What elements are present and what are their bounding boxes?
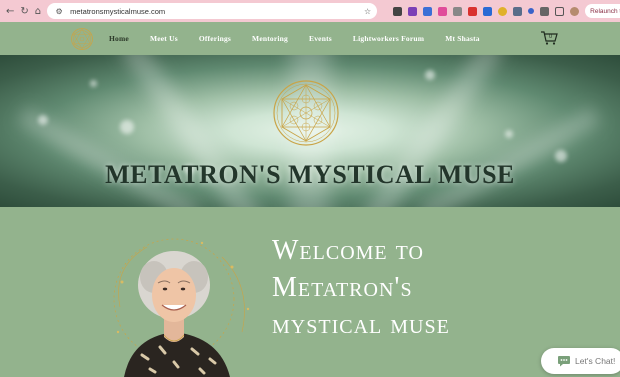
nav-mt-shasta[interactable]: Mt Shasta bbox=[445, 34, 480, 43]
metatron-logo-icon[interactable] bbox=[70, 27, 94, 51]
welcome-heading: Welcome to Metatron's mystical muse bbox=[272, 232, 592, 343]
extensions-bar bbox=[393, 6, 580, 16]
metatrons-cube-emblem bbox=[273, 80, 339, 146]
bokeh-light bbox=[38, 115, 48, 125]
site-info-icon[interactable]: ⚙ bbox=[53, 5, 65, 17]
address-bar[interactable]: ⚙ metatronsmysticalmuse.com ☆ bbox=[47, 3, 378, 19]
browser-toolbar: ← ↻ ⌂ ⚙ metatronsmysticalmuse.com ☆ Rela… bbox=[0, 0, 620, 22]
extension-pen-icon[interactable] bbox=[393, 6, 403, 16]
nav-offerings[interactable]: Offerings bbox=[199, 34, 231, 43]
nav-events[interactable]: Events bbox=[309, 34, 332, 43]
url-text[interactable]: metatronsmysticalmuse.com bbox=[70, 7, 359, 16]
portrait-image bbox=[113, 238, 250, 377]
nav-meet-us[interactable]: Meet Us bbox=[150, 34, 178, 43]
extension-pink-icon[interactable] bbox=[438, 6, 448, 16]
extension-red-icon[interactable] bbox=[468, 6, 478, 16]
extension-video-icon[interactable] bbox=[453, 6, 463, 16]
welcome-section: Welcome to Metatron's mystical muse bbox=[0, 207, 620, 377]
site-header: Home Meet Us Offerings Mentoring Events … bbox=[0, 22, 620, 55]
welcome-line-2: Metatron's bbox=[272, 272, 413, 303]
extensions-puzzle-icon[interactable] bbox=[540, 6, 550, 16]
main-nav: Home Meet Us Offerings Mentoring Events … bbox=[109, 34, 501, 43]
home-icon[interactable]: ⌂ bbox=[35, 5, 41, 17]
chat-label: Let's Chat! bbox=[575, 356, 616, 366]
sidepanel-icon[interactable] bbox=[555, 6, 565, 16]
cart-count: 0 bbox=[549, 34, 552, 40]
bookmark-star-icon[interactable]: ☆ bbox=[364, 7, 371, 16]
nav-lightworkers-forum[interactable]: Lightworkers Forum bbox=[353, 34, 424, 43]
extension-yellow-icon[interactable] bbox=[498, 6, 508, 16]
welcome-line-1: Welcome to bbox=[272, 235, 424, 266]
welcome-line-3: mystical muse bbox=[272, 309, 450, 340]
chat-bubble-icon bbox=[558, 356, 570, 367]
banner-title: METATRON'S MYSTICAL MUSE bbox=[105, 160, 515, 189]
bokeh-light bbox=[120, 120, 134, 134]
relaunch-button[interactable]: Relaunch to upd bbox=[585, 4, 620, 18]
nav-mentoring[interactable]: Mentoring bbox=[252, 34, 288, 43]
profile-avatar-icon[interactable] bbox=[570, 6, 580, 16]
bokeh-light bbox=[425, 70, 435, 80]
bokeh-light bbox=[505, 130, 513, 138]
extension-translate-icon[interactable] bbox=[423, 6, 433, 16]
chat-button[interactable]: Let's Chat! bbox=[541, 348, 620, 374]
bokeh-light bbox=[90, 80, 97, 87]
cart-icon[interactable]: 0 bbox=[540, 30, 558, 46]
extension-dot-icon[interactable] bbox=[528, 8, 535, 14]
back-icon[interactable]: ← bbox=[6, 5, 14, 17]
reload-icon[interactable]: ↻ bbox=[20, 5, 28, 17]
nav-home[interactable]: Home bbox=[109, 34, 129, 43]
extension-purple-icon[interactable] bbox=[408, 6, 418, 16]
extension-blue-icon[interactable] bbox=[483, 6, 493, 16]
extension-gray-icon[interactable] bbox=[513, 6, 523, 16]
